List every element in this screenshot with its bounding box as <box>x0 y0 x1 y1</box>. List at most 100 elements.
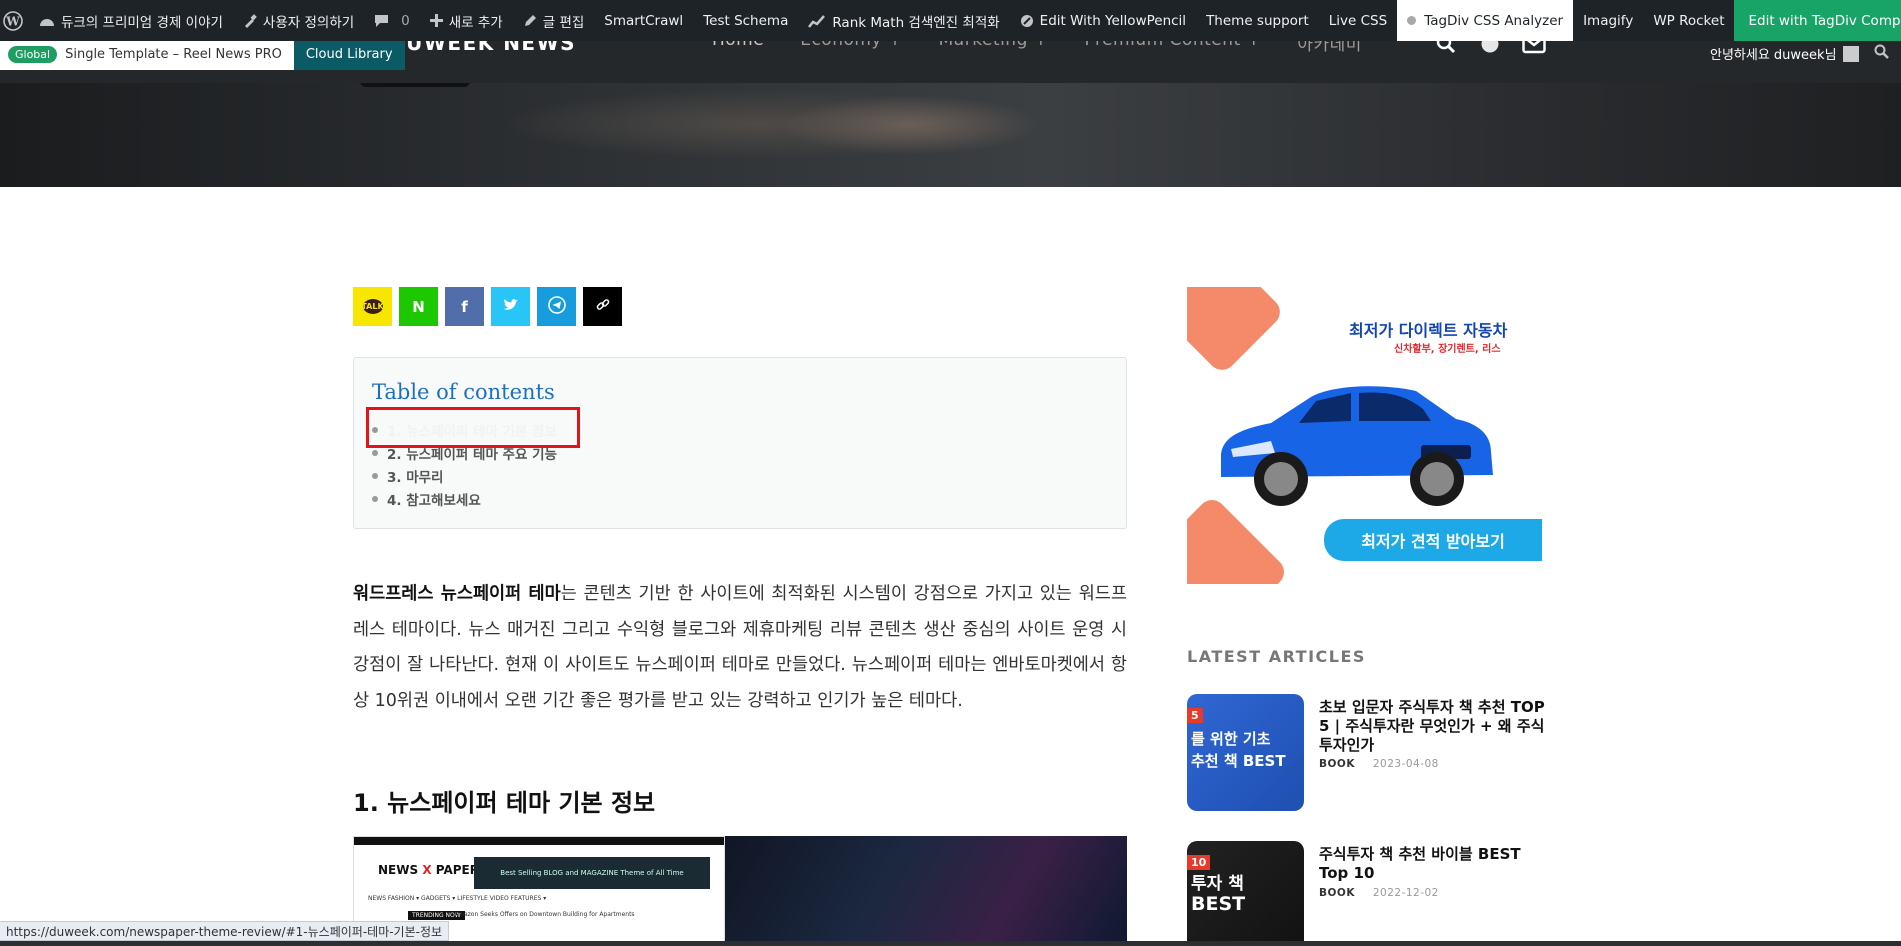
site-name-label: 듀크의 프리미엄 경제 이야기 <box>61 14 223 31</box>
kakao-share-button[interactable]: TALK <box>353 287 392 326</box>
link-icon <box>596 298 610 316</box>
site-name-menu[interactable]: 듀크의 프리미엄 경제 이야기 <box>29 0 233 41</box>
toc-item: 4. 참고해보세요 <box>372 487 557 510</box>
pencil-icon <box>523 14 537 28</box>
avatar <box>1842 45 1859 62</box>
comments-count: 0 <box>401 12 410 29</box>
cloud-library-button[interactable]: Cloud Library <box>293 38 405 70</box>
toc-link-3[interactable]: 3. 마무리 <box>387 466 443 486</box>
theme-support-label: Theme support <box>1206 12 1309 29</box>
edit-post-label: 글 편집 <box>542 14 585 31</box>
live-css-label: Live CSS <box>1328 12 1388 29</box>
hero-decoration <box>360 83 470 87</box>
car-icon <box>1221 386 1493 506</box>
thumb-text: 를 위한 기초 <box>1191 730 1271 748</box>
screenshot-logo: NEWS X PAPER <box>378 863 479 877</box>
facebook-icon: f <box>461 297 468 316</box>
post-thumbnail[interactable]: 5 를 위한 기초 추천 책 BEST <box>1187 694 1304 811</box>
screenshot-logo-mark: X <box>422 863 432 877</box>
browser-status-url: https://duweek.com/newspaper-theme-revie… <box>0 921 450 941</box>
rank-math-label: Rank Math 검색엔진 최적화 <box>832 14 1000 31</box>
hero-decoration <box>780 95 1040 155</box>
dashboard-icon <box>39 14 55 28</box>
thumb-text: 추천 책 BEST <box>1191 752 1286 770</box>
comment-icon <box>374 14 389 28</box>
hero-image <box>0 83 1901 187</box>
ad-title: 최저가 다이렉트 자동차 <box>1349 321 1508 340</box>
share-buttons: TALK N f <box>353 287 629 326</box>
wordpress-logo-icon[interactable]: W <box>3 7 23 35</box>
post-category[interactable]: BOOK <box>1319 887 1355 899</box>
bullet-icon <box>372 495 378 502</box>
composer-button[interactable]: Edit with TagDiv Composer <box>1734 0 1901 41</box>
post-meta: BOOK 2023-04-08 <box>1319 758 1439 770</box>
toc-item: 3. 마무리 <box>372 464 557 487</box>
screenshot-logo-left: NEWS <box>378 863 419 877</box>
latest-articles-heading: LATEST ARTICLES <box>1187 647 1366 666</box>
smartcrawl-label: SmartCrawl <box>604 12 684 29</box>
post-title[interactable]: 주식투자 책 추천 바이블 BEST Top 10 <box>1319 845 1547 883</box>
admin-search-icon[interactable] <box>1874 44 1889 63</box>
thumb-text: BEST <box>1191 893 1246 915</box>
theme-artwork <box>725 836 1127 946</box>
list-item[interactable]: 5 를 위한 기초 추천 책 BEST 초보 입문자 주식투자 책 추천 TOP… <box>1187 694 1547 814</box>
wp-rocket-menu[interactable]: WP Rocket <box>1643 0 1734 41</box>
screenshot-logo-right: PAPER <box>435 863 479 877</box>
imagify-menu[interactable]: Imagify <box>1573 0 1643 41</box>
test-schema-menu[interactable]: Test Schema <box>693 0 798 41</box>
user-greeting[interactable]: 안녕하세요 duweek님 <box>1710 44 1859 63</box>
customize-menu[interactable]: 사용자 정의하기 <box>233 0 364 41</box>
edit-post-menu[interactable]: 글 편집 <box>513 0 595 41</box>
section-heading: 1. 뉴스페이퍼 테마 기본 정보 <box>353 789 656 817</box>
copy-link-button[interactable] <box>583 287 622 326</box>
screenshot-news: Amazon Seeks Offers on Downtown Building… <box>454 911 635 918</box>
bottom-strip <box>0 941 1901 946</box>
new-content-label: 새로 추가 <box>448 14 503 31</box>
comments-menu[interactable]: 0 <box>364 0 420 41</box>
css-analyzer-menu[interactable]: TagDiv CSS Analyzer <box>1397 0 1574 41</box>
kakao-label: TALK <box>361 299 384 314</box>
smartcrawl-menu[interactable]: SmartCrawl <box>594 0 693 41</box>
bullet-icon <box>372 472 378 479</box>
facebook-share-button[interactable]: f <box>445 287 484 326</box>
wp-rocket-label: WP Rocket <box>1653 12 1725 29</box>
screenshot-menu: NEWS FASHION ▾ GADGETS ▾ LIFESTYLE VIDEO… <box>368 895 547 902</box>
post-thumbnail[interactable]: 10 투자 책 BEST <box>1187 841 1304 946</box>
naver-share-button[interactable]: N <box>399 287 438 326</box>
telegram-share-button[interactable] <box>537 287 576 326</box>
theme-support-menu[interactable]: Theme support <box>1196 0 1319 41</box>
car-ad-banner[interactable]: 최저가 다이렉트 자동차 신차할부, 장기렌트, 리스 최저가 견적 받아보기 <box>1187 287 1542 584</box>
intro-keyword: 워드프레스 뉴스페이퍼 테마 <box>353 584 561 604</box>
twitter-share-button[interactable] <box>491 287 530 326</box>
post-meta: BOOK 2022-12-02 <box>1319 887 1439 899</box>
plus-icon <box>429 14 443 27</box>
post-title[interactable]: 초보 입문자 주식투자 책 추천 TOP 5 | 주식투자란 무엇인가 + 왜 … <box>1319 698 1547 755</box>
naver-icon: N <box>412 297 425 316</box>
global-template-button[interactable]: Global Single Template – Reel News PRO <box>0 38 294 70</box>
screenshot-ad: Best Selling BLOG and MAGAZINE Theme of … <box>474 857 710 889</box>
rank-math-icon <box>808 14 826 28</box>
greeting-label: 안녕하세요 duweek님 <box>1710 48 1837 63</box>
list-item[interactable]: 10 투자 책 BEST 주식투자 책 추천 바이블 BEST Top 10 B… <box>1187 841 1547 946</box>
imagify-label: Imagify <box>1583 12 1634 29</box>
rank-math-menu[interactable]: Rank Math 검색엔진 최적화 <box>798 0 1009 41</box>
thumb-number: 10 <box>1187 855 1211 870</box>
post-category[interactable]: BOOK <box>1319 758 1355 770</box>
live-css-menu[interactable]: Live CSS <box>1319 0 1397 41</box>
post-date: 2023-04-08 <box>1372 758 1439 770</box>
yellow-pencil-menu[interactable]: Edit With YellowPencil <box>1010 0 1196 41</box>
twitter-icon <box>503 298 519 316</box>
article-intro: 워드프레스 뉴스페이퍼 테마는 콘텐츠 기반 한 사이트에 최적화된 시스템이 … <box>353 577 1127 719</box>
yellow-pencil-icon <box>1020 14 1034 28</box>
admin-bar: W 듀크의 프리미엄 경제 이야기 사용자 정의하기 0 새로 추가 글 편집 … <box>0 0 1901 41</box>
ad-cta-button[interactable]: 최저가 견적 받아보기 <box>1324 519 1542 561</box>
global-badge: Global <box>8 45 58 63</box>
yellow-pencil-label: Edit With YellowPencil <box>1039 12 1187 29</box>
post-date: 2022-12-02 <box>1372 887 1439 899</box>
template-name: Single Template – Reel News PRO <box>65 46 282 62</box>
new-content-menu[interactable]: 새로 추가 <box>420 0 513 41</box>
status-dot-icon <box>1407 16 1417 25</box>
paintbrush-icon <box>243 13 257 28</box>
bullet-icon <box>372 449 378 456</box>
toc-link-4[interactable]: 4. 참고해보세요 <box>387 489 481 509</box>
